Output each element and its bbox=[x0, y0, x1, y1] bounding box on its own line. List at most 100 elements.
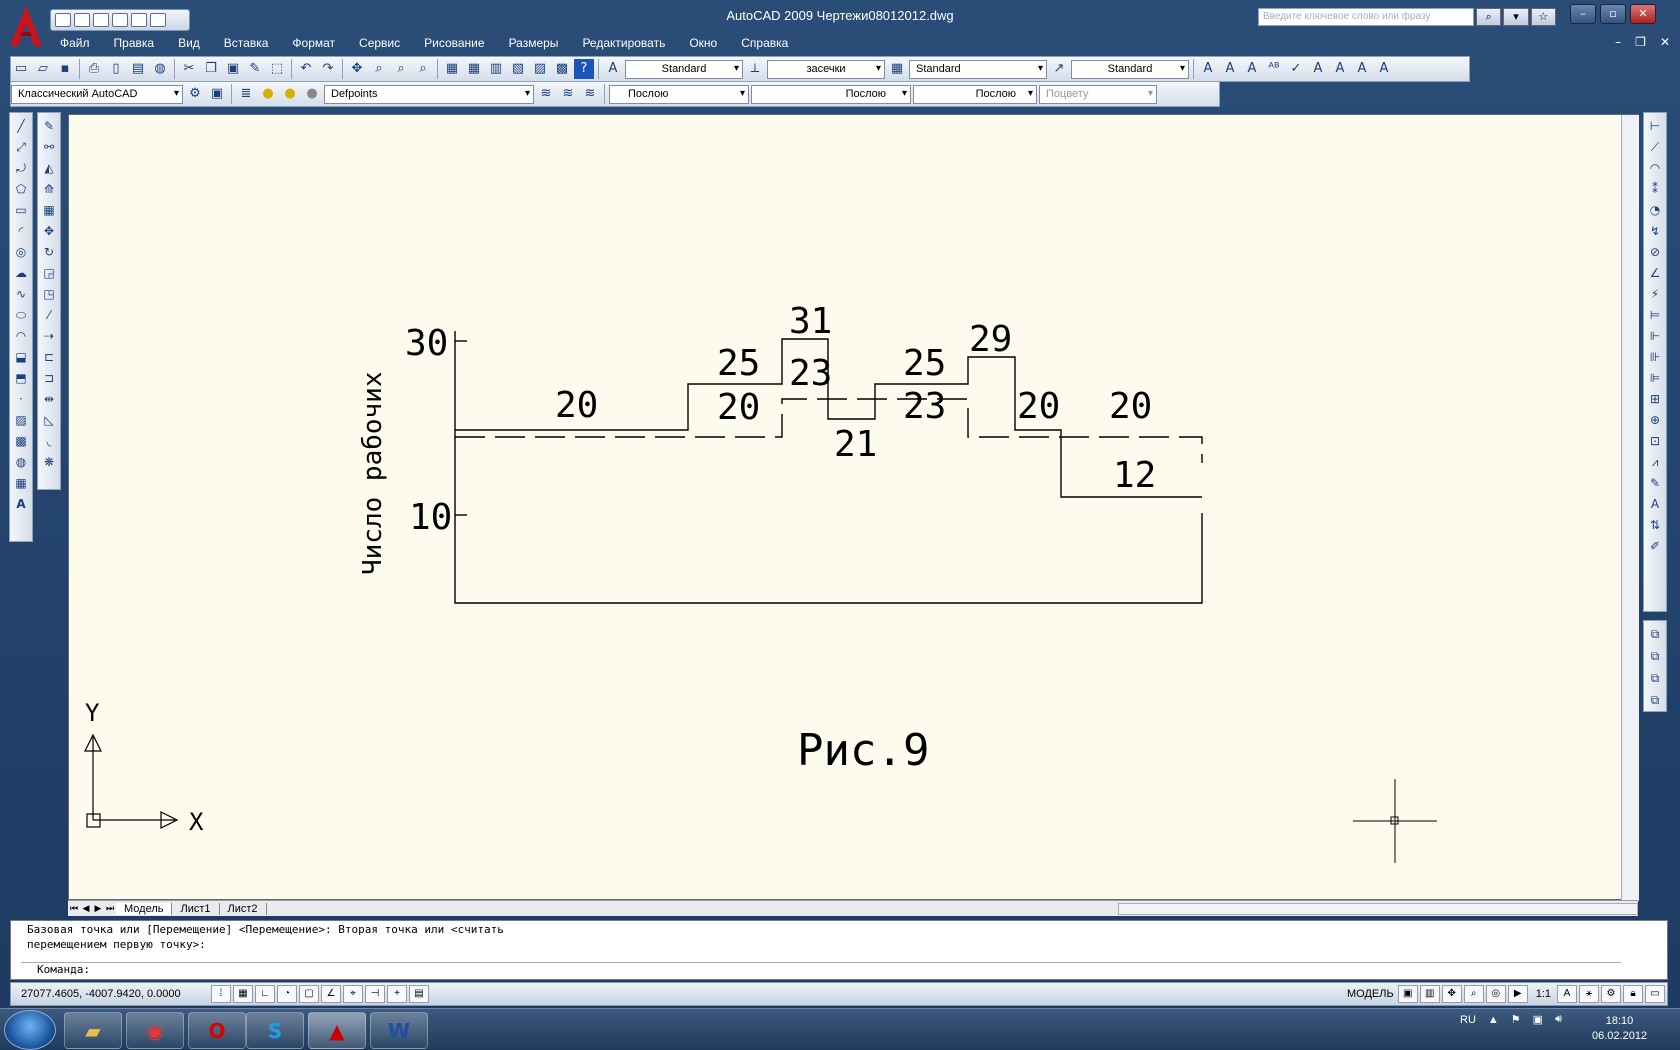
arc-icon[interactable]: ◜ bbox=[12, 222, 30, 240]
circle-icon[interactable]: ◎ bbox=[12, 243, 30, 261]
layer-previous-icon[interactable]: ≋ bbox=[558, 84, 578, 104]
zoom-status-icon[interactable]: ⌕ bbox=[1463, 985, 1484, 1003]
vertical-scrollbar[interactable] bbox=[1621, 115, 1639, 901]
ellipse-arc-icon[interactable]: ◠ bbox=[12, 327, 30, 345]
bring-above-icon[interactable]: ⧉ bbox=[1646, 669, 1664, 687]
dim-style-select[interactable]: засечки bbox=[767, 59, 885, 79]
arc-length-icon[interactable]: ◠ bbox=[1646, 159, 1664, 177]
qp-toggle[interactable]: ▤ bbox=[409, 985, 429, 1003]
angular-icon[interactable]: ∠ bbox=[1646, 264, 1664, 282]
bring-front-icon[interactable]: ⧉ bbox=[1646, 625, 1664, 643]
annotation-scale[interactable]: 1:1 bbox=[1530, 988, 1557, 1000]
osnap-toggle[interactable]: ▢ bbox=[299, 985, 319, 1003]
center-mark-icon[interactable]: ⊕ bbox=[1646, 411, 1664, 429]
stretch-icon[interactable]: ◳ bbox=[40, 285, 58, 303]
zoom-window-icon[interactable]: ⌕ bbox=[391, 59, 411, 79]
taskbar-chrome[interactable]: ◉ bbox=[126, 1012, 184, 1049]
send-under-icon[interactable]: ⧉ bbox=[1646, 691, 1664, 709]
menu-window[interactable]: Окно bbox=[677, 36, 729, 50]
dim-edit-icon[interactable]: ✎ bbox=[1646, 474, 1664, 492]
workspace-save-icon[interactable]: ▣ bbox=[207, 84, 227, 104]
snap-toggle[interactable]: ⁞ bbox=[211, 985, 231, 1003]
comm-center-icon[interactable]: ▾ bbox=[1503, 8, 1529, 26]
flag-icon[interactable]: ⚑ bbox=[1511, 1013, 1521, 1026]
gradient-icon[interactable]: ▩ bbox=[12, 432, 30, 450]
preview-icon[interactable]: ▯ bbox=[106, 59, 126, 79]
mleader-style-icon[interactable]: ↗ bbox=[1049, 59, 1069, 79]
publish-icon[interactable]: ▤ bbox=[128, 59, 148, 79]
horizontal-scrollbar[interactable] bbox=[1118, 902, 1638, 915]
menu-file[interactable]: Файл bbox=[48, 36, 102, 50]
scale-text-icon[interactable]: A bbox=[1308, 59, 1328, 79]
showmotion-icon[interactable]: ▶ bbox=[1507, 985, 1528, 1003]
break-icon[interactable]: ⊐ bbox=[40, 369, 58, 387]
taskbar-opera[interactable]: O bbox=[188, 1012, 246, 1049]
find-icon[interactable]: ᴬᴮ bbox=[1264, 59, 1284, 79]
steeringwheel-icon[interactable]: ◎ bbox=[1485, 985, 1506, 1003]
matchprop-icon[interactable]: ✎ bbox=[245, 59, 265, 79]
jogged-icon[interactable]: ↯ bbox=[1646, 222, 1664, 240]
workspace-settings-icon[interactable]: ⚙ bbox=[185, 84, 205, 104]
color-select[interactable]: Послою bbox=[609, 84, 749, 104]
diameter-icon[interactable]: ⊘ bbox=[1646, 243, 1664, 261]
quick-dim-icon[interactable]: ⚡ bbox=[1646, 285, 1664, 303]
make-block-icon[interactable]: ⬒ bbox=[12, 369, 30, 387]
ordinate-icon[interactable]: ⁑ bbox=[1646, 180, 1664, 198]
annotation-visibility-icon[interactable]: A bbox=[1557, 985, 1577, 1003]
command-prompt[interactable]: Команда: bbox=[21, 962, 1621, 977]
text-icon[interactable]: A bbox=[1198, 59, 1218, 79]
continue-icon[interactable]: ⊩ bbox=[1646, 327, 1664, 345]
menu-modify[interactable]: Редактировать bbox=[570, 36, 677, 50]
offset-icon[interactable]: ⟰ bbox=[40, 180, 58, 198]
model-space-label[interactable]: МОДЕЛЬ bbox=[1343, 988, 1398, 1000]
copy-icon[interactable]: ❐ bbox=[201, 59, 221, 79]
doc-close-button[interactable]: ✕ bbox=[1660, 35, 1670, 49]
layer-select[interactable]: Defpoints bbox=[324, 84, 534, 104]
search-icon[interactable]: ⌕ bbox=[1476, 8, 1502, 26]
menu-view[interactable]: Вид bbox=[166, 36, 212, 50]
sheet-set-icon[interactable]: ▧ bbox=[508, 59, 528, 79]
command-line[interactable]: Базовая точка или [Перемещение] <Перемещ… bbox=[10, 920, 1668, 980]
maximize-button[interactable]: ▫ bbox=[1600, 4, 1626, 24]
text-style-icon[interactable]: A bbox=[603, 59, 623, 79]
text-style-select[interactable]: Standard bbox=[625, 59, 743, 79]
properties-icon[interactable]: ▦ bbox=[442, 59, 462, 79]
network-icon[interactable]: ▣ bbox=[1533, 1013, 1543, 1026]
dim-style-icon[interactable]: ✐ bbox=[1646, 537, 1664, 555]
auto-scale-icon[interactable]: ⚹ bbox=[1579, 985, 1599, 1003]
mleader-style-select[interactable]: Standard bbox=[1071, 59, 1189, 79]
point-icon[interactable]: · bbox=[12, 390, 30, 408]
tool-palettes-icon[interactable]: ▥ bbox=[486, 59, 506, 79]
table-style-icon[interactable]: ▦ bbox=[887, 59, 907, 79]
radius-icon[interactable]: ◔ bbox=[1646, 201, 1664, 219]
table-icon[interactable]: ▦ bbox=[12, 474, 30, 492]
spell-icon[interactable]: ✓ bbox=[1286, 59, 1306, 79]
design-center-icon[interactable]: ▦ bbox=[464, 59, 484, 79]
layer-manager-icon[interactable]: ≣ bbox=[236, 84, 256, 104]
ortho-toggle[interactable]: ∟ bbox=[255, 985, 275, 1003]
linetype-select[interactable]: Послою bbox=[751, 84, 911, 104]
join-icon[interactable]: ⇹ bbox=[40, 390, 58, 408]
block-editor-icon[interactable]: ⬚ bbox=[267, 59, 287, 79]
dim-text-edit-icon[interactable]: A bbox=[1646, 495, 1664, 513]
tab-model[interactable]: Модель bbox=[116, 902, 173, 915]
otrack-toggle[interactable]: ∠ bbox=[321, 985, 341, 1003]
help-icon[interactable]: ? bbox=[574, 59, 594, 79]
start-button[interactable] bbox=[4, 1010, 56, 1050]
pan-icon[interactable]: ✥ bbox=[347, 59, 367, 79]
tab-prev-icon[interactable]: ◀ bbox=[80, 903, 92, 914]
fillet-icon[interactable]: ◟ bbox=[40, 432, 58, 450]
taskbar-word[interactable]: W bbox=[370, 1012, 428, 1049]
convert-text-icon[interactable]: A bbox=[1352, 59, 1372, 79]
polar-toggle[interactable]: ◔ bbox=[277, 985, 297, 1003]
lineweight-select[interactable]: Послою bbox=[913, 84, 1037, 104]
multiline-text-icon[interactable]: A bbox=[12, 495, 30, 513]
break-at-point-icon[interactable]: ⊏ bbox=[40, 348, 58, 366]
favorites-icon[interactable]: ☆ bbox=[1530, 8, 1556, 26]
rotate-icon[interactable]: ↻ bbox=[40, 243, 58, 261]
baseline-icon[interactable]: ⊨ bbox=[1646, 306, 1664, 324]
new-icon[interactable]: ▭ bbox=[11, 59, 31, 79]
redo-icon[interactable]: ↷ bbox=[318, 59, 338, 79]
tray-expand-icon[interactable]: ▲ bbox=[1488, 1014, 1499, 1026]
coordinates-readout[interactable]: 27077.4605, -4007.9420, 0.0000 bbox=[11, 988, 211, 1000]
